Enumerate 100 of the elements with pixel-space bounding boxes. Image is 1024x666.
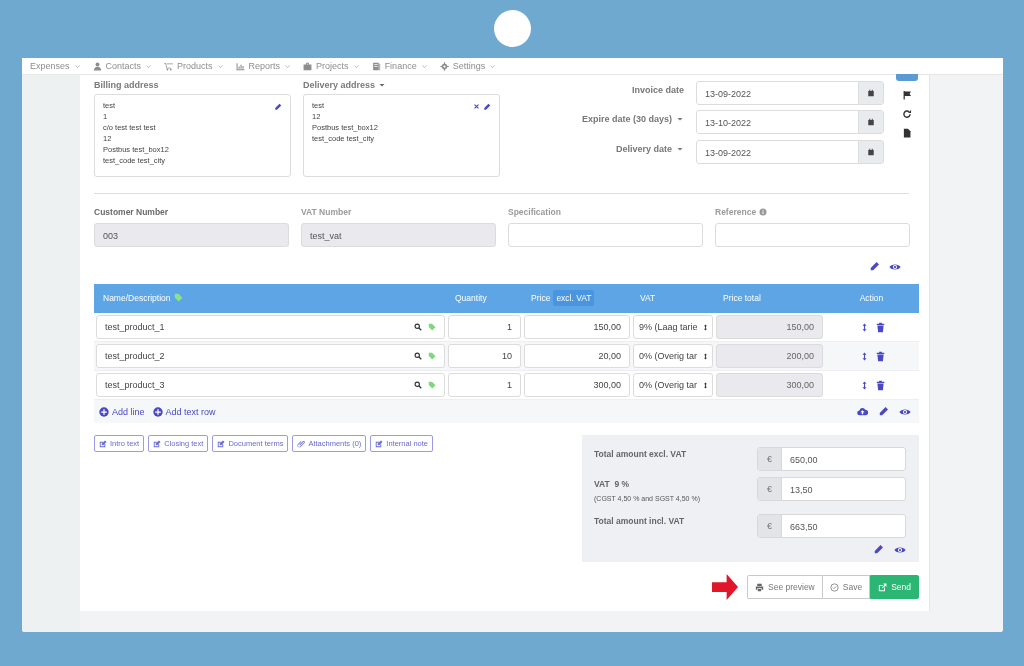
pencil-icon [869, 261, 880, 272]
amount-field: € 663,50 [757, 514, 906, 538]
calendar-icon [867, 118, 875, 127]
chevron-down-icon [352, 62, 360, 70]
nav-menu-item[interactable]: Projects [303, 61, 360, 71]
column-header: Price [531, 292, 551, 303]
total-label: Total amount excl. VAT [594, 449, 687, 459]
field-label: Delivery date [615, 143, 672, 154]
date-field[interactable]: 13-09-2022 [696, 80, 884, 105]
chevron-down-icon [420, 62, 428, 70]
vat-select[interactable]: 9% (Laag tarie [633, 315, 713, 339]
tag-icon [428, 352, 436, 360]
tag-icon [428, 323, 436, 331]
user-icon [92, 61, 102, 71]
field-label: Invoice date [631, 84, 684, 95]
select-arrows-icon [702, 323, 709, 331]
field-label: Billing address [94, 79, 159, 90]
select-arrows-icon [702, 381, 709, 389]
edit-icon [375, 439, 384, 448]
edit-icon [99, 439, 107, 448]
cart-icon [164, 61, 174, 71]
flag-icon [901, 90, 912, 100]
settings-icon [439, 61, 449, 71]
pencil-icon [483, 103, 491, 111]
trash-icon [874, 321, 886, 333]
cloud-upload-icon [857, 406, 868, 417]
field-label: Customer Number [94, 207, 169, 217]
tag-icon [428, 381, 436, 389]
field-label: Reference [715, 207, 757, 217]
price-field[interactable]: 20,00 [524, 344, 630, 368]
preview-button[interactable]: See preview [747, 575, 823, 599]
refresh-icon [901, 109, 912, 119]
edit-icon [217, 439, 226, 448]
search-icon [414, 323, 422, 331]
text-field[interactable] [508, 223, 703, 247]
total-field: 300,00 [716, 373, 823, 397]
column-header: Quantity [455, 292, 487, 303]
amount-field: € 650,00 [757, 447, 906, 471]
quantity-field[interactable]: 10 [448, 344, 521, 368]
total-field: 150,00 [716, 315, 823, 339]
column-badge: excl. VAT [553, 289, 595, 306]
quantity-field[interactable]: 1 [448, 315, 521, 339]
field-label: Specification [508, 207, 561, 217]
briefcase-icon [303, 61, 313, 71]
vat-select[interactable]: 0% (Overig tar [633, 373, 713, 397]
add-link[interactable]: Add line [99, 406, 145, 417]
nav-menu-item[interactable]: Products [164, 61, 224, 71]
total-label: VAT 9 % [594, 479, 631, 489]
field-label: VAT Number [301, 207, 352, 217]
trash-icon [874, 379, 886, 391]
column-header: Name/Description [103, 292, 171, 303]
nav-menu-item[interactable]: Finance [371, 61, 428, 71]
nav-menu-item[interactable]: Expenses [30, 61, 81, 71]
pencil-icon [274, 103, 282, 111]
total-field: 200,00 [716, 344, 823, 368]
calendar-icon [867, 88, 875, 97]
print-icon [755, 582, 764, 592]
trash-icon [874, 350, 886, 362]
chart-icon [235, 61, 245, 71]
date-field[interactable]: 13-10-2022 [696, 110, 884, 135]
nav-menu-item[interactable]: Contacts [92, 61, 153, 71]
edit-icon [878, 582, 888, 592]
column-header: Action [859, 292, 884, 303]
search-icon [414, 381, 422, 389]
check-circle-icon [829, 582, 839, 592]
nav-menu-item[interactable]: Settings [439, 61, 497, 71]
chevron-down-icon [489, 62, 497, 70]
file-icon [901, 128, 912, 138]
column-header: VAT [640, 292, 656, 303]
product-name-field[interactable]: test_product_1 [96, 315, 445, 339]
pencil-icon [878, 406, 889, 417]
date-field[interactable]: 13-09-2022 [696, 139, 884, 164]
total-label: Total amount incl. VAT [594, 516, 685, 526]
paperclip-icon [297, 439, 306, 448]
search-icon [414, 352, 422, 360]
quantity-field[interactable]: 1 [448, 373, 521, 397]
save-button[interactable]: Save [822, 575, 871, 599]
chevron-down-icon [145, 62, 153, 70]
nav-menu-item[interactable]: Reports [235, 61, 292, 71]
chevron-down-icon [73, 62, 81, 70]
price-field[interactable]: 150,00 [524, 315, 630, 339]
product-name-field[interactable]: test_product_3 [96, 373, 445, 397]
tab-button[interactable] [895, 74, 918, 81]
field-label: Expire date (30 days) [581, 114, 672, 125]
pencil-icon [873, 544, 884, 555]
edit-icon [153, 439, 162, 448]
plus-circle-icon [152, 406, 163, 417]
amount-field: € 13,50 [757, 477, 906, 501]
select-arrows-icon [702, 352, 709, 360]
camera-dot [494, 10, 531, 47]
book-icon [371, 61, 381, 71]
price-field[interactable]: 300,00 [524, 373, 630, 397]
product-name-field[interactable]: test_product_2 [96, 344, 445, 368]
field-label: Delivery address [303, 79, 376, 90]
chevron-down-icon [216, 62, 224, 70]
add-link[interactable]: Add text row [152, 406, 216, 417]
plus-circle-icon [99, 406, 109, 417]
vat-select[interactable]: 0% (Overig tar [633, 344, 713, 368]
tag-icon [173, 293, 183, 302]
text-field[interactable] [715, 223, 910, 247]
